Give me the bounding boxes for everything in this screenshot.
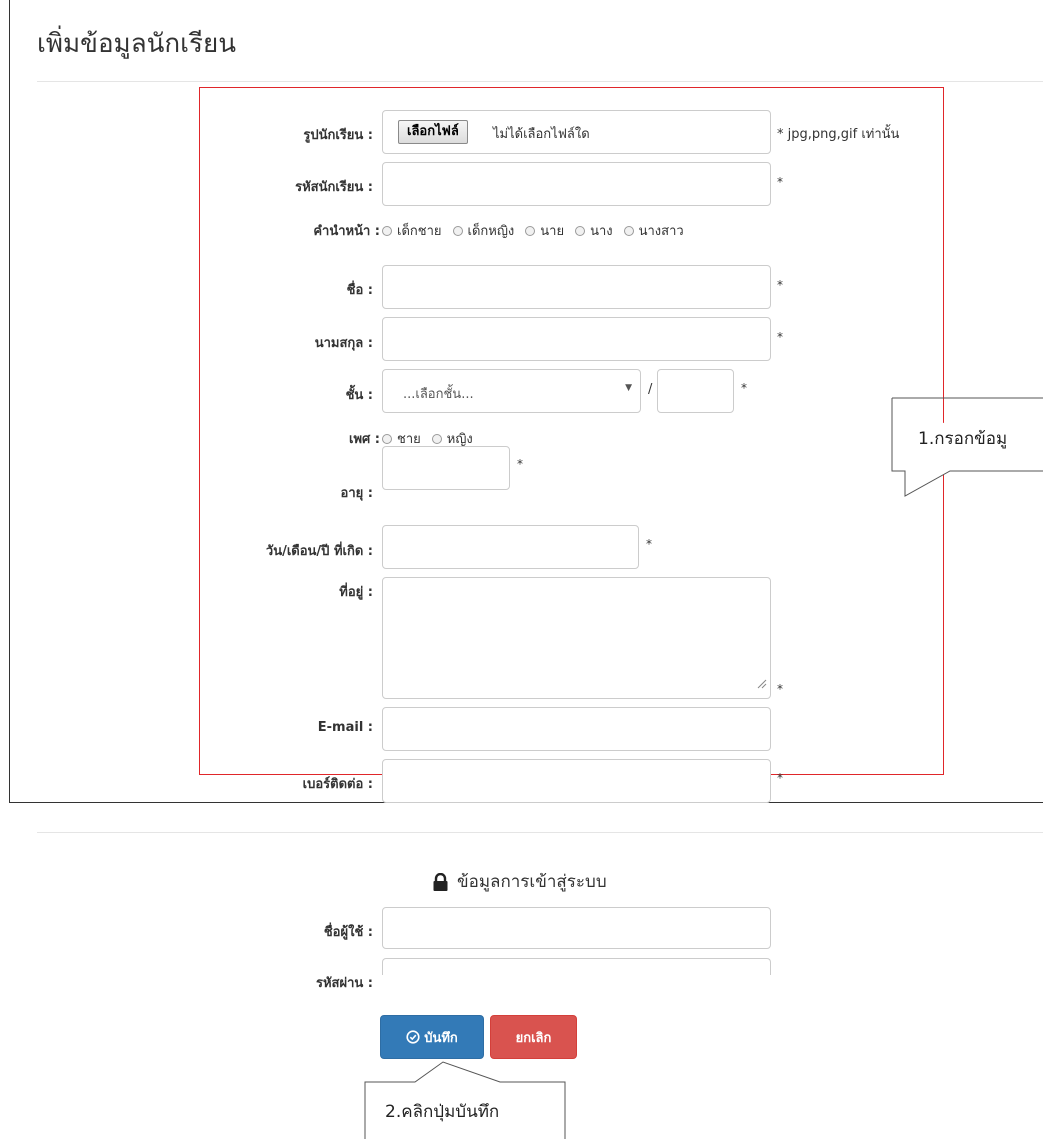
password-input[interactable] [382,958,771,975]
required-mark: * [777,682,783,696]
required-mark: * [646,537,652,551]
prefix-option[interactable]: เด็กชาย [382,220,442,241]
prefix-option[interactable]: นางสาว [623,220,684,241]
first-name-label: ชื่อ : [346,283,373,298]
title-divider [37,81,1043,82]
lock-icon [433,872,448,891]
last-name-input[interactable] [382,317,771,361]
prefix-option-label: เด็กชาย [397,224,442,239]
radio-button[interactable] [623,225,634,236]
prefix-radio-group: เด็กชาย เด็กหญิง นาย นาง นางสาว [382,220,695,241]
birthdate-input[interactable] [382,525,639,569]
radio-button[interactable] [525,225,536,236]
password-label: รหัสผ่าน : [315,976,373,991]
radio-button[interactable] [452,225,463,236]
class-select-value: ...เลือกชั้น... [403,387,474,402]
phone-label: เบอร์ติดต่อ : [302,777,373,792]
class-room-input[interactable] [657,369,734,413]
required-mark: * [777,771,783,785]
class-label: ชั้น : [345,388,373,403]
page-title: เพิ่มข้อมูลนักเรียน [37,29,236,59]
address-label: ที่อยู่ : [339,585,373,600]
required-mark: * [777,278,783,292]
save-button[interactable]: บันทึก [380,1015,484,1059]
prefix-option-label: นางสาว [638,224,684,239]
prefix-label: คำนำหน้า : [313,224,380,239]
cancel-button-label: ยกเลิก [515,1030,552,1046]
prefix-option-label: นาง [590,224,613,239]
required-mark: * [741,381,747,395]
prefix-option[interactable]: นาย [525,220,564,241]
age-input[interactable] [382,446,510,490]
prefix-option[interactable]: เด็กหญิง [452,220,515,241]
cancel-button[interactable]: ยกเลิก [490,1015,577,1059]
required-mark: * [777,175,783,189]
choose-file-button[interactable]: เลือกไฟล์ [398,120,468,144]
resize-handle-icon[interactable] [755,677,767,689]
dropdown-arrow-icon: ▼ [625,383,632,393]
check-circle-icon [406,1030,420,1044]
photo-label: รูปนักเรียน : [303,128,373,143]
class-select[interactable]: ...เลือกชั้น... ▼ [382,369,641,413]
username-label: ชื่อผู้ใช้ : [323,925,373,940]
first-name-input[interactable] [382,265,771,309]
prefix-option-label: เด็กหญิง [467,224,515,239]
gender-label: เพศ : [349,432,380,447]
age-label: อายุ : [340,486,373,501]
callout-step2: 2.คลิกปุ่มบันทึก [385,1102,500,1122]
required-mark: * [777,330,783,344]
email-input[interactable] [382,707,771,751]
prefix-option[interactable]: นาง [575,220,613,241]
radio-button[interactable] [382,433,392,444]
callout-step1: 1.กรอกข้อมู [918,429,1008,449]
student-id-input[interactable] [382,162,771,206]
radio-button[interactable] [575,225,586,236]
login-section-label: ข้อมูลการเข้าสู่ระบบ [457,872,607,892]
login-section-title: ข้อมูลการเข้าสู่ระบบ [432,868,607,895]
prefix-option-label: นาย [540,224,565,239]
email-label: E-mail : [317,720,373,735]
username-input[interactable] [382,907,771,949]
radio-button[interactable] [431,433,442,444]
radio-button[interactable] [382,225,392,236]
file-hint: * jpg,png,gif เท่านั้น [777,127,900,142]
student-id-label: รหัสนักเรียน : [295,180,373,195]
phone-input[interactable] [382,759,771,803]
birthdate-label: วัน/เดือน/ปี ที่เกิด : [265,544,373,559]
last-name-label: นามสกุล : [314,336,373,351]
required-mark: * [517,457,523,471]
section-divider [37,832,1043,833]
class-separator: / [648,382,653,397]
file-status: ไม่ได้เลือกไฟล์ใด [493,127,590,142]
address-textarea[interactable] [382,577,771,699]
save-button-label: บันทึก [424,1030,458,1046]
